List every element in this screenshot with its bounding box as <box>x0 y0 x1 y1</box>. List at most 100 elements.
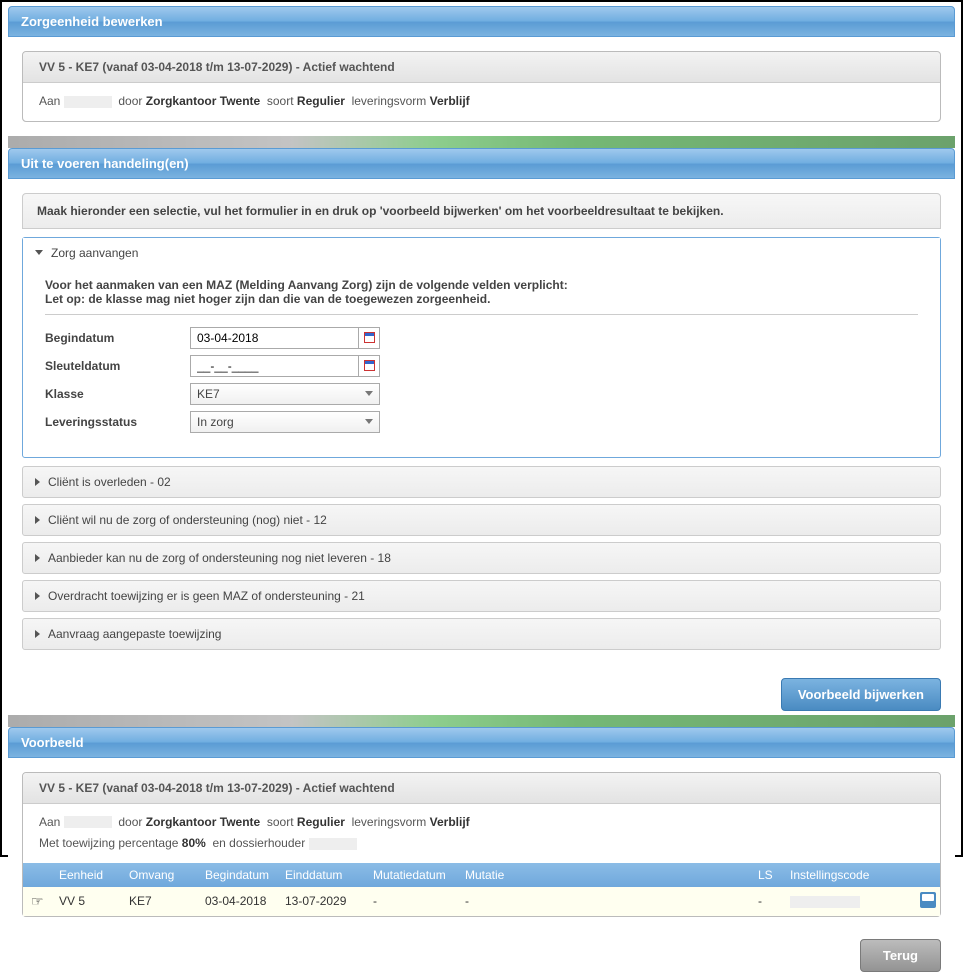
aan-label: Aan <box>39 815 60 829</box>
accordion-header-overleden[interactable]: Cliënt is overleden - 02 <box>23 467 940 497</box>
aan-value-redacted <box>64 96 112 108</box>
lever-value: Verblijf <box>430 94 470 108</box>
panel-body-edit: VV 5 - KE7 (vanaf 03-04-2018 t/m 13-07-2… <box>8 37 955 136</box>
voorbeeld-box-head: VV 5 - KE7 (vanaf 03-04-2018 t/m 13-07-2… <box>23 773 940 804</box>
panel-header-edit: Zorgeenheid bewerken <box>8 6 955 37</box>
th-instellingscode: Instellingscode <box>782 863 912 887</box>
row-leveringsstatus: Leveringsstatus In zorg <box>45 411 918 433</box>
door-label: door <box>118 94 142 108</box>
door-value: Zorgkantoor Twente <box>146 94 260 108</box>
accordion-header-client-nog-niet[interactable]: Cliënt wil nu de zorg of ondersteuning (… <box>23 505 940 535</box>
calendar-icon <box>364 332 375 343</box>
calendar-icon <box>364 360 375 371</box>
soort-value: Regulier <box>297 94 345 108</box>
voorbeeld-box: VV 5 - KE7 (vanaf 03-04-2018 t/m 13-07-2… <box>22 772 941 917</box>
en-label: en dossierhouder <box>212 836 305 850</box>
pct-value: 80% <box>182 836 206 850</box>
careunit-info-box: VV 5 - KE7 (vanaf 03-04-2018 t/m 13-07-2… <box>22 51 941 122</box>
document-icon[interactable] <box>920 892 936 908</box>
instellingscode-redacted <box>790 896 860 908</box>
soort-value: Regulier <box>297 815 345 829</box>
terug-button[interactable]: Terug <box>860 939 941 972</box>
accordion-title: Cliënt is overleden - 02 <box>48 475 171 489</box>
lever-value: Verblijf <box>430 815 470 829</box>
sleuteldatum-calendar-button[interactable] <box>359 355 380 377</box>
klasse-value: KE7 <box>197 387 220 401</box>
th-omvang: Omvang <box>121 863 197 887</box>
sleuteldatum-label: Sleuteldatum <box>45 359 190 373</box>
accordion-client-nog-niet: Cliënt wil nu de zorg of ondersteuning (… <box>22 504 941 536</box>
chevron-down-icon <box>35 250 43 255</box>
th-einddatum: Einddatum <box>277 863 365 887</box>
careunit-info-body: Aan door Zorgkantoor Twente soort Reguli… <box>23 83 940 121</box>
levstatus-select[interactable]: In zorg <box>190 411 380 433</box>
separator <box>45 314 918 315</box>
met-label: Met toewijzing percentage <box>39 836 178 850</box>
soort-label: soort <box>267 94 294 108</box>
panel-body-voorbeeld: VV 5 - KE7 (vanaf 03-04-2018 t/m 13-07-2… <box>8 758 955 931</box>
accordion-overleden: Cliënt is overleden - 02 <box>22 466 941 498</box>
table-header-row: Eenheid Omvang Begindatum Einddatum Muta… <box>23 863 940 887</box>
back-button-row: Terug <box>8 931 955 976</box>
panel-header-voorbeeld: Voorbeeld <box>8 727 955 758</box>
row-klasse: Klasse KE7 <box>45 383 918 405</box>
chevron-right-icon <box>35 478 40 486</box>
aan-value-redacted <box>64 816 112 828</box>
chevron-right-icon <box>35 592 40 600</box>
accordion-header-overdracht[interactable]: Overdracht toewijzing er is geen MAZ of … <box>23 581 940 611</box>
begindatum-input[interactable] <box>190 327 359 349</box>
td-begindatum: 03-04-2018 <box>197 889 277 913</box>
door-value: Zorgkantoor Twente <box>146 815 260 829</box>
th-ls: LS <box>750 863 782 887</box>
accordion-title: Overdracht toewijzing er is geen MAZ of … <box>48 589 365 603</box>
sleuteldatum-input[interactable] <box>190 355 359 377</box>
panel-title-voorbeeld: Voorbeeld <box>21 735 84 750</box>
accordion-header-zorg-aanvangen[interactable]: Zorg aanvangen <box>23 238 940 268</box>
klasse-label: Klasse <box>45 387 190 401</box>
accordion-title: Aanvraag aangepaste toewijzing <box>48 627 221 641</box>
td-mutatie: - <box>457 889 750 913</box>
aan-label: Aan <box>39 94 60 108</box>
pointer-icon: ☞ <box>31 893 44 909</box>
accordion-header-aanbieder[interactable]: Aanbieder kan nu de zorg of ondersteunin… <box>23 543 940 573</box>
table-row: ☞ VV 5 KE7 03-04-2018 13-07-2029 - - - <box>23 887 940 916</box>
td-omvang: KE7 <box>121 889 197 913</box>
accordion-body: Voor het aanmaken van een MAZ (Melding A… <box>23 268 940 457</box>
instruction-text: Maak hieronder een selectie, vul het for… <box>22 193 941 229</box>
accordion-title: Zorg aanvangen <box>51 246 138 260</box>
voorbeeld-info: Aan door Zorgkantoor Twente soort Reguli… <box>23 804 940 863</box>
begindatum-label: Begindatum <box>45 331 190 345</box>
divider-strip <box>8 715 955 727</box>
careunit-info-head: VV 5 - KE7 (vanaf 03-04-2018 t/m 13-07-2… <box>23 52 940 83</box>
maz-note1: Voor het aanmaken van een MAZ (Melding A… <box>45 278 918 292</box>
accordion-overdracht: Overdracht toewijzing er is geen MAZ of … <box>22 580 941 612</box>
maz-note2: Let op: de klasse mag niet hoger zijn da… <box>45 292 918 306</box>
begindatum-calendar-button[interactable] <box>359 327 380 349</box>
th-begindatum: Begindatum <box>197 863 277 887</box>
chevron-right-icon <box>35 554 40 562</box>
panel-body-actions: Maak hieronder een selectie, vul het for… <box>8 179 955 670</box>
accordion-header-aanvraag[interactable]: Aanvraag aangepaste toewijzing <box>23 619 940 649</box>
klasse-select[interactable]: KE7 <box>190 383 380 405</box>
voorbeeld-bijwerken-button[interactable]: Voorbeeld bijwerken <box>781 678 941 711</box>
lever-label: leveringsvorm <box>352 94 427 108</box>
td-mutatiedatum: - <box>365 889 457 913</box>
row-sleuteldatum: Sleuteldatum <box>45 355 918 377</box>
accordion-title: Cliënt wil nu de zorg of ondersteuning (… <box>48 513 327 527</box>
levstatus-value: In zorg <box>197 415 234 429</box>
td-eenheid: VV 5 <box>51 889 121 913</box>
chevron-right-icon <box>35 630 40 638</box>
door-label: door <box>118 815 142 829</box>
chevron-right-icon <box>35 516 40 524</box>
levstatus-label: Leveringsstatus <box>45 415 190 429</box>
accordion-title: Aanbieder kan nu de zorg of ondersteunin… <box>48 551 391 565</box>
update-button-row: Voorbeeld bijwerken <box>8 670 955 715</box>
th-eenheid: Eenheid <box>51 863 121 887</box>
panel-title: Zorgeenheid bewerken <box>21 14 163 29</box>
chevron-down-icon <box>365 391 373 396</box>
soort-label: soort <box>267 815 294 829</box>
divider-strip <box>8 136 955 148</box>
dossierhouder-redacted <box>309 838 357 850</box>
th-mutatie: Mutatie <box>457 863 750 887</box>
th-mutatiedatum: Mutatiedatum <box>365 863 457 887</box>
